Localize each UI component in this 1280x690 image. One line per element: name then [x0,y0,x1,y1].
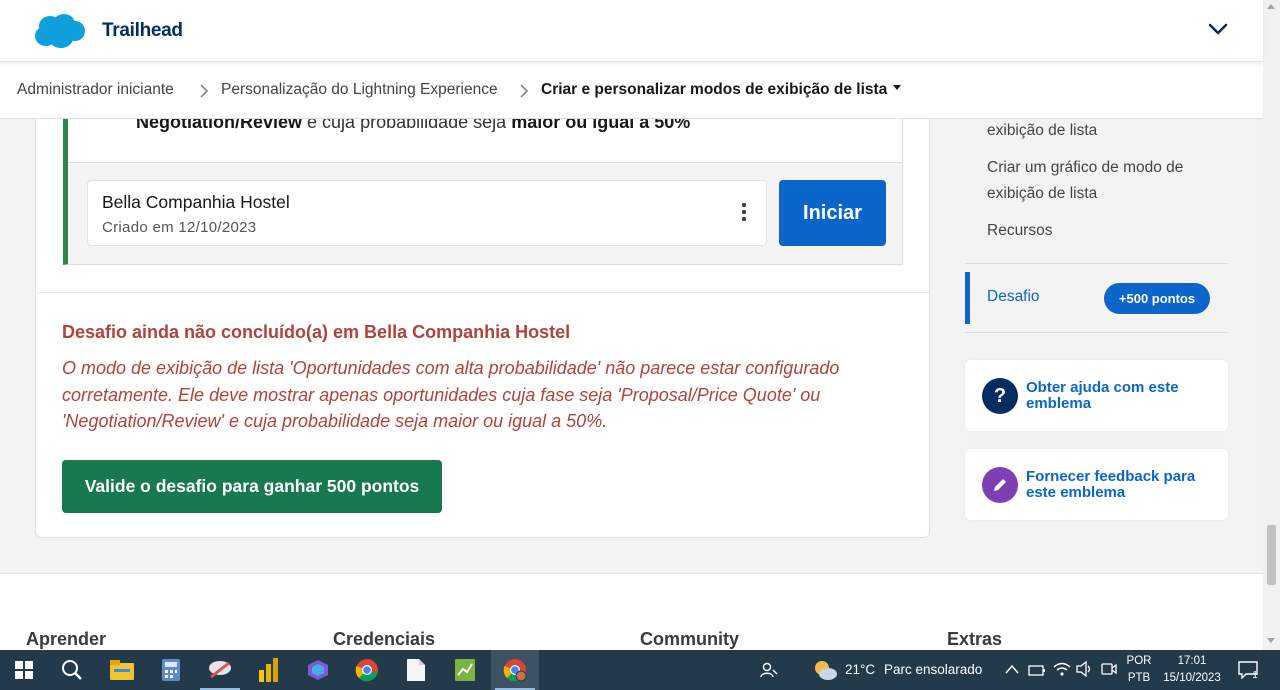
windows-start-icon[interactable] [0,650,48,690]
pencil-icon [982,467,1018,503]
people-icon[interactable] [760,661,778,679]
chrome-icon[interactable] [343,650,391,690]
start-org-button[interactable]: Iniciar [779,180,886,246]
toc-divider [965,332,1228,333]
breadcrumb-item-module[interactable]: Administrador iniciante [17,81,174,99]
toc-active-indicator [965,272,970,324]
footer-heading-extras: Extras [947,629,1003,649]
feedback-card[interactable]: Fornecer feedback para este emblema [965,449,1228,520]
power-automate-icon[interactable] [294,650,342,690]
footer-heading-credentials: Credenciais [333,629,436,649]
input-language-bottom[interactable]: PTB [1126,672,1152,684]
salesforce-cloud-logo[interactable] [34,13,86,49]
org-selector[interactable]: Bella Companhia Hostel Criado em 12/10/2… [87,180,767,246]
notification-count: 1 [1252,670,1258,681]
volume-icon[interactable] [1076,661,1094,677]
help-card[interactable]: ? Obter ajuda com este emblema [965,360,1228,431]
battery-icon[interactable] [1028,662,1046,678]
input-language-top[interactable]: POR [1126,655,1152,667]
spreadsheet-icon[interactable] [441,650,489,690]
top-header: Trailhead [0,0,1263,62]
breadcrumb-unit-label: Criar e personalizar modos de exibição d… [541,81,888,98]
document-icon[interactable] [392,650,440,690]
org-strip: Bella Companhia Hostel Criado em 12/10/2… [68,162,902,264]
org-name: Bella Companhia Hostel [102,192,290,212]
page-scrollbar[interactable] [1263,0,1280,650]
weather-description[interactable]: Parc ensolarado [884,662,982,677]
footer-heading-learn: Aprender [26,629,107,649]
breadcrumb-item-unit[interactable]: Criar e personalizar modos de exibição d… [541,81,902,99]
challenge-error-message: O modo de exibição de lista 'Oportunidad… [62,358,840,431]
chevron-up-icon[interactable] [1005,664,1019,674]
challenge-org-panel: Negotiation/Review e cuja probabilidade … [63,100,903,265]
challenge-card: Negotiation/Review e cuja probabilidade … [35,100,930,538]
footer-heading-community: Community [640,629,739,649]
wifi-icon[interactable] [1053,661,1071,677]
chevron-right-icon [520,84,529,98]
scroll-up-arrow-icon[interactable] [1267,4,1275,9]
power-bi-icon[interactable] [245,650,293,690]
toc-divider [965,263,1228,264]
toc-item-challenge[interactable]: Desafio [987,288,1040,306]
breadcrumb-item-trail[interactable]: Personalização do Lightning Experience [221,81,498,99]
weather-temp[interactable]: 21°C [845,662,875,677]
page-footer: Aprender Credenciais Community Extras [0,573,1263,650]
meet-now-icon[interactable] [1101,661,1117,677]
search-icon[interactable] [48,650,96,690]
caret-down-icon [893,85,902,91]
chrome-profile-icon[interactable] [491,650,539,690]
chevron-down-icon[interactable] [1206,17,1230,41]
scroll-down-arrow-icon[interactable] [1267,638,1275,643]
clock-date[interactable]: 15/10/2023 [1160,672,1224,684]
question-icon: ? [982,378,1018,414]
feedback-card-label: Fornecer feedback para este emblema [1026,468,1196,501]
challenge-error-title: Desafio ainda não concluído(a) em Bella … [62,322,571,342]
chevron-right-icon [200,84,209,98]
windows-taskbar: 21°C Parc ensolarado POR PTB 17:01 15/10… [0,650,1280,690]
validate-challenge-button[interactable]: Valide o desafio para ganhar 500 pontos [62,460,442,513]
toc-item-list-chart[interactable]: Criar um gráfico de modo de exibição de … [987,155,1217,207]
org-created-date: Criado em 12/10/2023 [102,219,257,236]
more-options-icon[interactable] [738,203,750,225]
calculator-icon[interactable] [147,650,195,690]
toc-item-list-views[interactable]: exibição de lista [987,118,1097,144]
toc-item-resources[interactable]: Recursos [987,218,1052,244]
help-card-label: Obter ajuda com este emblema [1026,379,1179,412]
brand-name[interactable]: Trailhead [102,20,183,42]
file-explorer-icon[interactable] [98,650,146,690]
breadcrumb: Administrador iniciante Personalização d… [0,62,1263,119]
weather-partly-sunny-icon[interactable] [812,658,838,682]
divider [36,292,929,293]
points-badge: +500 pontos [1104,283,1210,314]
clock-time[interactable]: 17:01 [1160,655,1224,667]
snipping-tool-icon[interactable] [196,650,244,690]
scroll-thumb[interactable] [1267,525,1276,585]
